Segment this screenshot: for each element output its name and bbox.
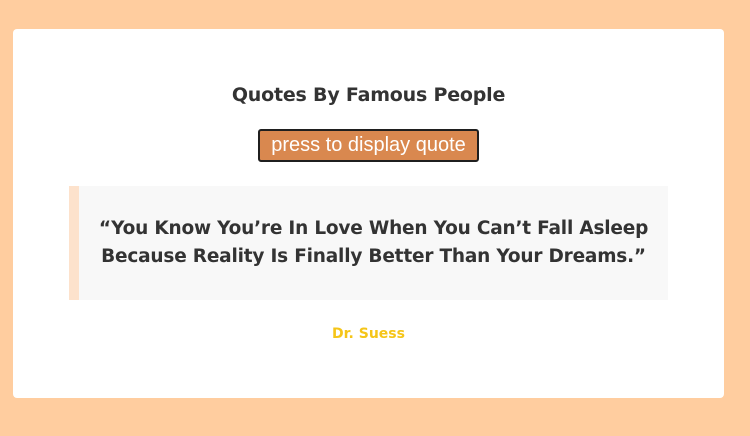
quote-text: “You Know You’re In Love When You Can’t …	[98, 218, 649, 267]
quote-card: Quotes By Famous People press to display…	[13, 29, 724, 398]
quote-box: “You Know You’re In Love When You Can’t …	[69, 186, 668, 300]
quote-author: Dr. Suess	[332, 326, 405, 342]
page-title: Quotes By Famous People	[231, 84, 506, 106]
display-quote-button[interactable]: press to display quote	[258, 129, 479, 162]
